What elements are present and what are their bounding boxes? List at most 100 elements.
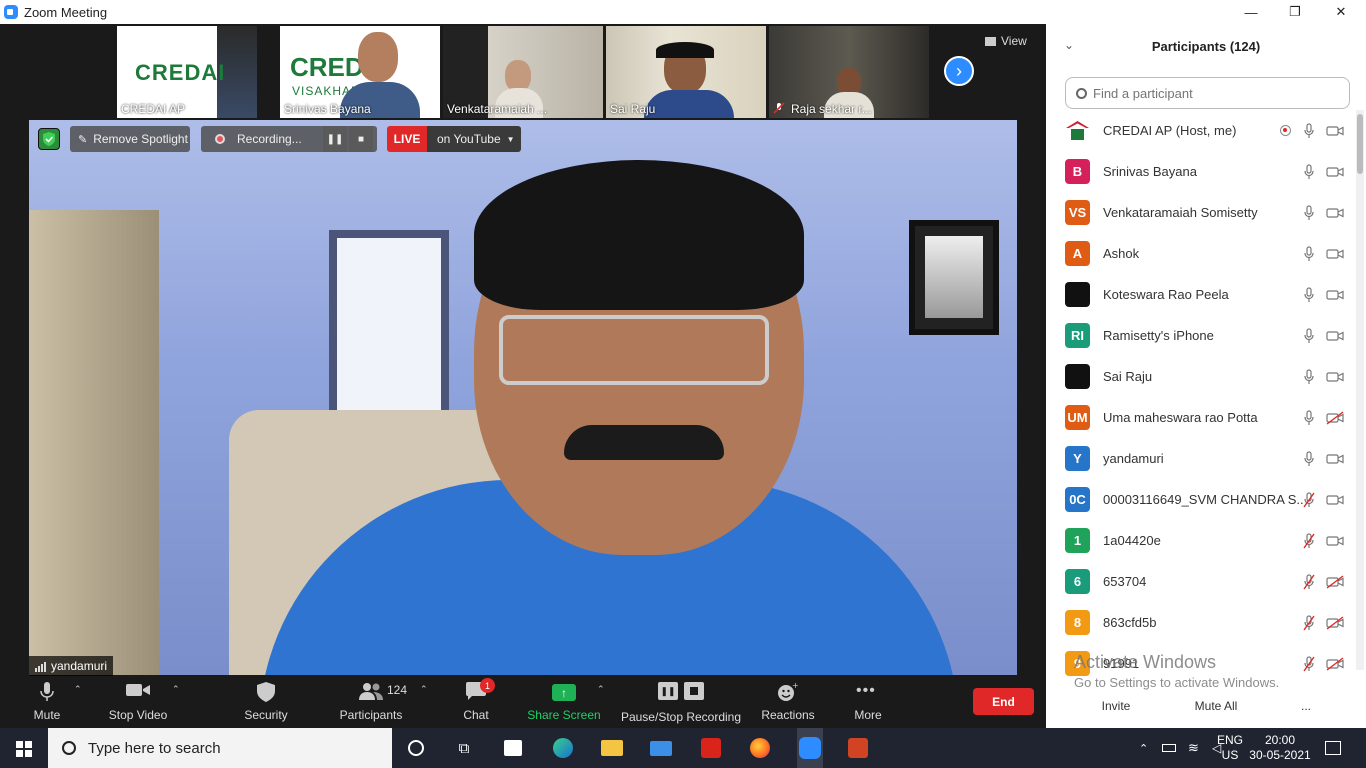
file-explorer-icon[interactable] <box>600 736 624 760</box>
thumbnail-venkataramaiah[interactable]: Venkataramaiah ... <box>443 26 603 118</box>
windows-start-icon[interactable] <box>16 741 32 757</box>
participant-row[interactable]: VS Venkataramaiah Somisetty <box>1046 192 1356 233</box>
video-camera-icon[interactable] <box>1326 329 1344 343</box>
video-off-icon[interactable] <box>1326 615 1344 630</box>
pause-recording-button[interactable]: ❚❚ <box>323 126 347 152</box>
close-button[interactable]: ✕ <box>1318 0 1364 24</box>
participant-row[interactable]: 8 863cfd5b <box>1046 602 1356 643</box>
participant-row[interactable]: 1 1a04420e <box>1046 520 1356 561</box>
more-button[interactable]: ••• More <box>845 676 891 728</box>
microphone-icon[interactable] <box>1303 122 1315 139</box>
mic-muted-icon[interactable] <box>1303 655 1315 672</box>
cortana-icon[interactable] <box>404 736 428 760</box>
microphone-icon[interactable] <box>1303 286 1315 303</box>
video-camera-icon[interactable] <box>1326 206 1344 220</box>
microphone-icon[interactable] <box>1303 368 1315 385</box>
participant-row[interactable]: B Srinivas Bayana <box>1046 151 1356 192</box>
invite-button[interactable]: Invite <box>1090 694 1142 718</box>
youtube-stream-menu[interactable]: on YouTube ▼ <box>427 126 521 152</box>
task-view-icon[interactable]: ⧉ <box>452 736 476 760</box>
participant-row[interactable]: A Ashok <box>1046 233 1356 274</box>
video-camera-icon[interactable] <box>1326 165 1344 179</box>
participants-label: Participants <box>339 708 403 722</box>
wifi-icon[interactable]: ≋ <box>1188 728 1199 768</box>
participant-row[interactable]: RI Ramisetty's iPhone <box>1046 315 1356 356</box>
video-options-caret-icon[interactable]: ⌃ <box>172 684 180 695</box>
tray-expand-icon[interactable]: ⌃ <box>1139 728 1148 768</box>
firefox-icon[interactable] <box>748 736 772 760</box>
edge-browser-icon[interactable] <box>551 736 575 760</box>
video-off-icon[interactable] <box>1326 410 1344 425</box>
powerpoint-icon[interactable] <box>846 736 870 760</box>
participants-options-caret-icon[interactable]: ⌃ <box>420 684 428 695</box>
mic-muted-icon[interactable] <box>1303 614 1315 631</box>
microphone-icon[interactable] <box>1303 204 1315 221</box>
battery-icon[interactable] <box>1162 728 1176 768</box>
mute-button[interactable]: Mute <box>25 676 69 728</box>
video-off-icon[interactable] <box>1326 574 1344 589</box>
video-camera-icon[interactable] <box>1326 247 1344 261</box>
remove-spotlight-button[interactable]: ✎ Remove Spotlight <box>70 126 190 152</box>
video-camera-icon[interactable] <box>1326 493 1344 507</box>
avatar-initials: 8 <box>1073 615 1082 630</box>
thumbnail-sai-raju[interactable]: Sai Raju <box>606 26 766 118</box>
reactions-label: Reactions <box>761 708 815 722</box>
share-screen-button[interactable]: ↑ Share Screen <box>526 676 602 728</box>
main-video-name: yandamuri <box>51 659 108 673</box>
microphone-icon[interactable] <box>1303 245 1315 262</box>
stop-recording-button[interactable]: ■ <box>349 126 373 152</box>
participant-list-scrollbar[interactable] <box>1356 110 1364 670</box>
mute-all-button[interactable]: Mute All <box>1182 694 1250 718</box>
video-camera-icon[interactable] <box>1326 124 1344 138</box>
mic-muted-icon[interactable] <box>1303 573 1315 590</box>
more-label: More <box>854 708 882 722</box>
taskbar-search[interactable]: Type here to search <box>48 728 392 768</box>
input-language-indicator[interactable]: ENG US <box>1210 728 1250 768</box>
participant-row[interactable]: 6 653704 <box>1046 561 1356 602</box>
thumbnail-srinivas-bayana[interactable]: CREDAI VISAKHAPATNAM Srinivas Bayana <box>280 26 440 118</box>
microphone-icon[interactable] <box>1303 450 1315 467</box>
pdf-reader-icon[interactable] <box>699 736 723 760</box>
mute-options-caret-icon[interactable]: ⌃ <box>74 684 82 695</box>
video-off-icon[interactable] <box>1326 656 1344 671</box>
stop-video-button[interactable]: Stop Video <box>102 676 174 728</box>
mic-muted-icon[interactable] <box>1303 491 1315 508</box>
microphone-icon[interactable] <box>1303 163 1315 180</box>
pause-stop-recording-button[interactable]: ❚❚ Pause/Stop Recording <box>618 676 744 728</box>
panel-more-button[interactable]: ... <box>1292 694 1320 718</box>
participant-list: CREDAI AP (Host, me) B Srinivas Bayana VS Ve… <box>1046 110 1356 680</box>
participant-row[interactable]: UM Uma maheswara rao Potta <box>1046 397 1356 438</box>
microphone-icon[interactable] <box>1303 327 1315 344</box>
participant-name: Ramisetty's iPhone <box>1103 328 1214 343</box>
mail-icon[interactable] <box>649 736 673 760</box>
thumbnail-name: Sai Raju <box>610 102 656 116</box>
security-button[interactable]: Security <box>236 676 296 728</box>
reactions-button[interactable]: + Reactions <box>758 676 818 728</box>
participant-search[interactable] <box>1065 77 1350 109</box>
store-icon[interactable] <box>501 736 525 760</box>
view-button[interactable]: View <box>985 34 1027 48</box>
video-camera-icon[interactable] <box>1326 534 1344 548</box>
mic-muted-icon[interactable] <box>1303 532 1315 549</box>
next-page-button[interactable]: › <box>944 56 974 86</box>
share-options-caret-icon[interactable]: ⌃ <box>597 684 605 695</box>
notifications-icon[interactable] <box>1325 728 1341 768</box>
clock[interactable]: 20:00 30-05-2021 <box>1246 728 1314 768</box>
zoom-taskbar-icon[interactable] <box>797 728 823 768</box>
video-camera-icon[interactable] <box>1326 370 1344 384</box>
participant-row[interactable]: Sai Raju <box>1046 356 1356 397</box>
thumbnail-raja-sekhar[interactable]: Raja sekhar r... <box>769 26 929 118</box>
participant-row[interactable]: Koteswara Rao Peela <box>1046 274 1356 315</box>
minimize-button[interactable]: — <box>1228 0 1274 24</box>
maximize-button[interactable]: ❐ <box>1272 0 1318 24</box>
encryption-shield-icon[interactable] <box>38 128 60 150</box>
video-camera-icon[interactable] <box>1326 452 1344 466</box>
thumbnail-credai-ap[interactable]: CREDAI CREDAI AP <box>117 26 257 118</box>
participant-row[interactable]: Yyandamuri <box>1046 438 1356 479</box>
participant-row[interactable]: 0C 00003116649_SVM CHANDRA S... <box>1046 479 1356 520</box>
end-meeting-button[interactable]: End <box>973 688 1034 715</box>
participant-row[interactable]: CREDAI AP (Host, me) <box>1046 110 1356 151</box>
microphone-icon[interactable] <box>1303 409 1315 426</box>
video-camera-icon[interactable] <box>1326 288 1344 302</box>
participant-search-input[interactable] <box>1093 85 1333 101</box>
